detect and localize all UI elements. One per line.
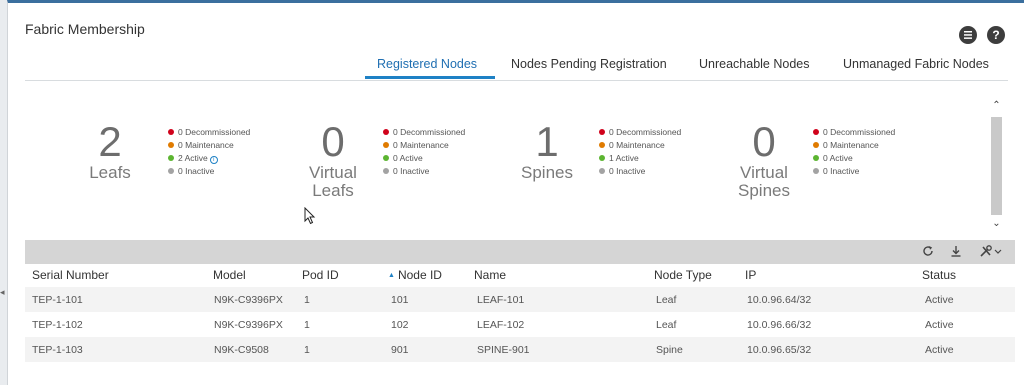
cell-name: SPINE-901	[477, 344, 530, 356]
spines-legend: 0 Decommissioned 0 Maintenance 1 Active …	[599, 126, 681, 178]
table-header: Serial Number Model Pod ID ▲ Node ID Name…	[25, 265, 1015, 287]
legend-maintenance: 0 Maintenance	[168, 139, 250, 152]
leafs-legend: 0 Decommissioned 0 Maintenance 2 Active i…	[168, 126, 250, 178]
cell-node-id: 101	[391, 294, 409, 306]
cell-ip: 10.0.96.65/32	[747, 344, 812, 356]
cell-status: Active	[925, 344, 954, 356]
column-node-type[interactable]: Node Type	[654, 268, 712, 282]
column-ip[interactable]: IP	[745, 268, 756, 282]
mouse-pointer-icon	[304, 207, 316, 225]
summary-scrollbar[interactable]: ⌃ ⌄	[989, 99, 1004, 231]
leafs-count: 2	[98, 118, 122, 165]
cell-model: N9K-C9396PX	[214, 294, 283, 306]
legend-active: 0 Active	[383, 152, 465, 165]
scroll-thumb[interactable]	[991, 117, 1002, 215]
info-icon[interactable]: i	[209, 156, 218, 164]
help-icon[interactable]: ?	[987, 26, 1005, 44]
legend-active: 0 Active	[813, 152, 895, 165]
cell-serial: TEP-1-102	[32, 319, 83, 331]
node-summary: 2 Leafs 0 Decommissioned 0 Maintenance 2…	[25, 98, 985, 228]
table-row[interactable]: TEP-1-102 N9K-C9396PX 1 102 LEAF-102 Lea…	[25, 312, 1015, 337]
panel-title: Fabric Membership	[25, 21, 145, 37]
scroll-down-icon[interactable]: ⌄	[989, 217, 1004, 231]
refresh-icon[interactable]	[922, 245, 934, 260]
download-icon[interactable]	[950, 245, 962, 260]
cell-pod: 1	[304, 344, 310, 356]
legend-active: 1 Active	[599, 152, 681, 165]
cell-name: LEAF-102	[477, 319, 525, 331]
legend-inactive: 0 Inactive	[599, 165, 681, 178]
cell-name: LEAF-101	[477, 294, 525, 306]
legend-maintenance: 0 Maintenance	[813, 139, 895, 152]
legend-inactive: 0 Inactive	[383, 165, 465, 178]
legend-decommissioned: 0 Decommissioned	[813, 126, 895, 139]
legend-inactive: 0 Inactive	[813, 165, 895, 178]
column-serial-number[interactable]: Serial Number	[32, 268, 109, 282]
cell-model: N9K-C9396PX	[214, 319, 283, 331]
cell-node-type: Spine	[656, 344, 683, 356]
cell-status: Active	[925, 319, 954, 331]
legend-decommissioned: 0 Decommissioned	[599, 126, 681, 139]
cell-model: N9K-C9508	[214, 344, 269, 356]
scroll-up-icon[interactable]: ⌃	[989, 99, 1004, 113]
list-glyph	[964, 31, 972, 39]
list-icon[interactable]	[959, 26, 977, 44]
virtual-spines-legend: 0 Decommissioned 0 Maintenance 0 Active …	[813, 126, 895, 178]
table-toolbar	[25, 240, 1015, 264]
legend-decommissioned: 0 Decommissioned	[383, 126, 465, 139]
legend-maintenance: 0 Maintenance	[383, 139, 465, 152]
cell-pod: 1	[304, 294, 310, 306]
cell-node-type: Leaf	[656, 294, 677, 306]
legend-maintenance: 0 Maintenance	[599, 139, 681, 152]
column-status[interactable]: Status	[922, 268, 956, 282]
table-row[interactable]: TEP-1-101 N9K-C9396PX 1 101 LEAF-101 Lea…	[25, 287, 1015, 312]
cell-node-id: 901	[391, 344, 409, 356]
active-tab-indicator	[365, 76, 495, 79]
tab-registered-nodes[interactable]: Registered Nodes	[377, 57, 477, 71]
virtual-leafs-label: Virtual Leafs	[309, 163, 357, 200]
tab-unreachable-nodes[interactable]: Unreachable Nodes	[699, 57, 810, 71]
fabric-membership-panel: Fabric Membership ? Registered Nodes Nod…	[7, 0, 1024, 385]
virtual-leafs-legend: 0 Decommissioned 0 Maintenance 0 Active …	[383, 126, 465, 178]
cell-serial: TEP-1-103	[32, 344, 83, 356]
spines-label: Spines	[521, 163, 573, 182]
column-name[interactable]: Name	[474, 268, 506, 282]
leafs-label: Leafs	[89, 163, 131, 182]
legend-decommissioned: 0 Decommissioned	[168, 126, 250, 139]
legend-active: 2 Active i	[168, 152, 250, 165]
cell-status: Active	[925, 294, 954, 306]
virtual-leafs-count: 0	[321, 118, 345, 165]
legend-inactive: 0 Inactive	[168, 165, 250, 178]
table-row[interactable]: TEP-1-103 N9K-C9508 1 901 SPINE-901 Spin…	[25, 337, 1015, 362]
column-model[interactable]: Model	[213, 268, 246, 282]
column-node-id[interactable]: ▲ Node ID	[388, 268, 442, 282]
tab-nodes-pending-registration[interactable]: Nodes Pending Registration	[511, 57, 667, 71]
tabs-divider	[25, 80, 1008, 81]
tab-unmanaged-fabric-nodes[interactable]: Unmanaged Fabric Nodes	[843, 57, 989, 71]
virtual-spines-label: Virtual Spines	[738, 163, 790, 200]
cell-ip: 10.0.96.66/32	[747, 319, 812, 331]
cell-pod: 1	[304, 319, 310, 331]
spines-count: 1	[535, 118, 559, 165]
cell-node-id: 102	[391, 319, 409, 331]
cell-ip: 10.0.96.64/32	[747, 294, 812, 306]
tools-icon[interactable]	[980, 245, 1002, 260]
sort-ascending-icon: ▲	[388, 272, 395, 279]
collapse-handle-icon[interactable]: ◂	[0, 280, 6, 304]
cell-node-type: Leaf	[656, 319, 677, 331]
column-pod-id[interactable]: Pod ID	[302, 268, 339, 282]
virtual-spines-count: 0	[752, 118, 776, 165]
cell-serial: TEP-1-101	[32, 294, 83, 306]
